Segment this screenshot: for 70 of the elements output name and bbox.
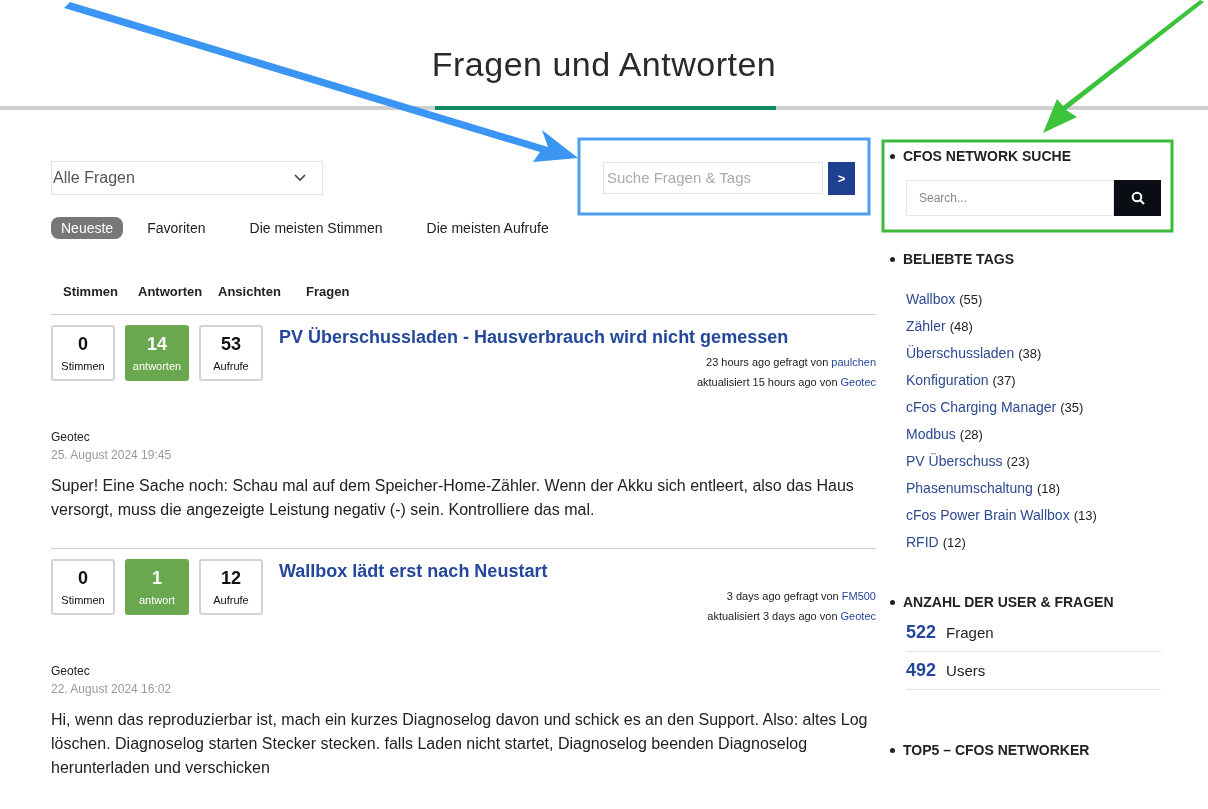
bullet-icon — [890, 153, 895, 159]
sort-tab[interactable]: Neueste — [51, 217, 124, 239]
vote-count-box: 0 Stimmen — [51, 559, 115, 615]
tag-count: (35) — [1060, 400, 1084, 415]
count-label: Users — [946, 662, 986, 679]
sort-tab[interactable]: Die meisten Aufrufe — [416, 217, 559, 239]
tag-link[interactable]: Überschussladen — [906, 345, 1015, 361]
answer-text: Hi, wenn das reproduzierbar ist, mach ein kurzes Diagnoselog davon und schick es an den Support. Also: altes Log löschen. Diagnoselog starten Stecker stecken. falls Laden nicht startet, Diagnoselog beenden Diagnoselog herunterladen und verschicken — [51, 710, 869, 778]
tag-link[interactable]: Wallbox — [906, 291, 956, 307]
updated-meta: aktualisiert 15 hours ago von — [696, 376, 838, 388]
page-title: Fragen und Antworten — [431, 45, 777, 84]
tag-count: (38) — [1018, 346, 1042, 361]
tag-count: (18) — [1036, 481, 1060, 496]
column-heading: Stimmen — [63, 284, 119, 299]
answer-author: Geotec — [51, 430, 91, 444]
tag-count: (37) — [992, 373, 1016, 388]
answer-date: 25. August 2024 19:45 — [51, 448, 173, 462]
tag-link[interactable]: cFos Charging Manager — [906, 399, 1057, 415]
widget-heading: TOP5 – CFOS NETWORKER — [903, 742, 1090, 758]
asked-meta: 3 days ago gefragt von — [726, 590, 839, 602]
column-heading: Antworten — [138, 284, 204, 299]
tag-link[interactable]: Phasenumschaltung — [906, 480, 1033, 496]
sort-tab[interactable]: Favoriten — [137, 217, 216, 239]
asked-meta: 23 hours ago gefragt von — [706, 356, 829, 368]
search-icon — [1130, 191, 1145, 205]
bullet-icon — [890, 256, 895, 262]
search-button[interactable] — [1114, 180, 1161, 216]
tag-count: (12) — [942, 535, 966, 550]
tag-link[interactable]: Modbus — [906, 426, 956, 442]
search-button[interactable]: > — [828, 161, 855, 195]
tag-link[interactable]: Zähler — [906, 318, 946, 334]
user-link[interactable]: Geotec — [840, 610, 876, 622]
column-heading: Ansichten — [218, 284, 282, 299]
tag-link[interactable]: cFos Power Brain Wallbox — [906, 507, 1070, 523]
user-link[interactable]: FM500 — [841, 590, 876, 602]
tag-count: (13) — [1073, 508, 1097, 523]
answer-date: 22. August 2024 16:02 — [51, 682, 173, 696]
user-link[interactable]: Geotec — [840, 376, 876, 388]
view-count-box: 53 Aufrufe — [199, 325, 263, 381]
vote-count-box: 0 Stimmen — [51, 325, 115, 381]
network-search-field[interactable]: Search... — [906, 180, 1114, 216]
chevron-down-icon — [294, 174, 306, 182]
tag-link[interactable]: PV Überschuss — [906, 453, 1003, 469]
updated-meta: aktualisiert 3 days ago von — [707, 610, 838, 622]
bullet-icon — [890, 747, 895, 753]
tag-count: (23) — [1006, 454, 1030, 469]
tag-link[interactable]: RFID — [906, 534, 939, 550]
answer-author: Geotec — [51, 664, 91, 678]
view-count-box: 12 Aufrufe — [199, 559, 263, 615]
tag-link[interactable]: Konfiguration — [906, 372, 989, 388]
widget-heading: ANZAHL DER USER & FRAGEN — [903, 594, 1114, 610]
tag-count: (48) — [949, 319, 973, 334]
count-number: 522 — [906, 622, 937, 643]
tag-count: (55) — [959, 292, 983, 307]
answer-text: Super! Eine Sache noch: Schau mal auf dem Speicher-Home-Zähler. Wenn der Akku sich entleert, also das Haus versorgt, muss die angezeigte Leistung negativ (-) sein. Kontrolliere das mal. — [51, 476, 855, 520]
user-link[interactable]: paulchen — [831, 356, 876, 368]
bullet-icon — [890, 599, 895, 605]
tag-count: (28) — [959, 427, 983, 442]
question-search-field[interactable]: Suche Fragen & Tags — [603, 161, 823, 194]
answer-count-box: 14 antworten — [125, 325, 189, 381]
question-title-link[interactable]: PV Überschussladen - Hausverbrauch wird nicht gemessen — [279, 327, 876, 348]
sort-tab[interactable]: Die meisten Stimmen — [239, 217, 393, 239]
answer-count-box: 1 antwort — [125, 559, 189, 615]
question-title-link[interactable]: Wallbox lädt erst nach Neustart — [279, 561, 876, 582]
count-number: 492 — [906, 660, 937, 681]
widget-heading: BELIEBTE TAGS — [903, 251, 1014, 267]
column-heading: Fragen — [306, 284, 351, 299]
count-label: Fragen — [946, 624, 994, 641]
widget-heading: CFOS NETWORK SUCHE — [903, 148, 1071, 164]
question-filter-dropdown[interactable]: Alle Fragen — [51, 161, 323, 195]
